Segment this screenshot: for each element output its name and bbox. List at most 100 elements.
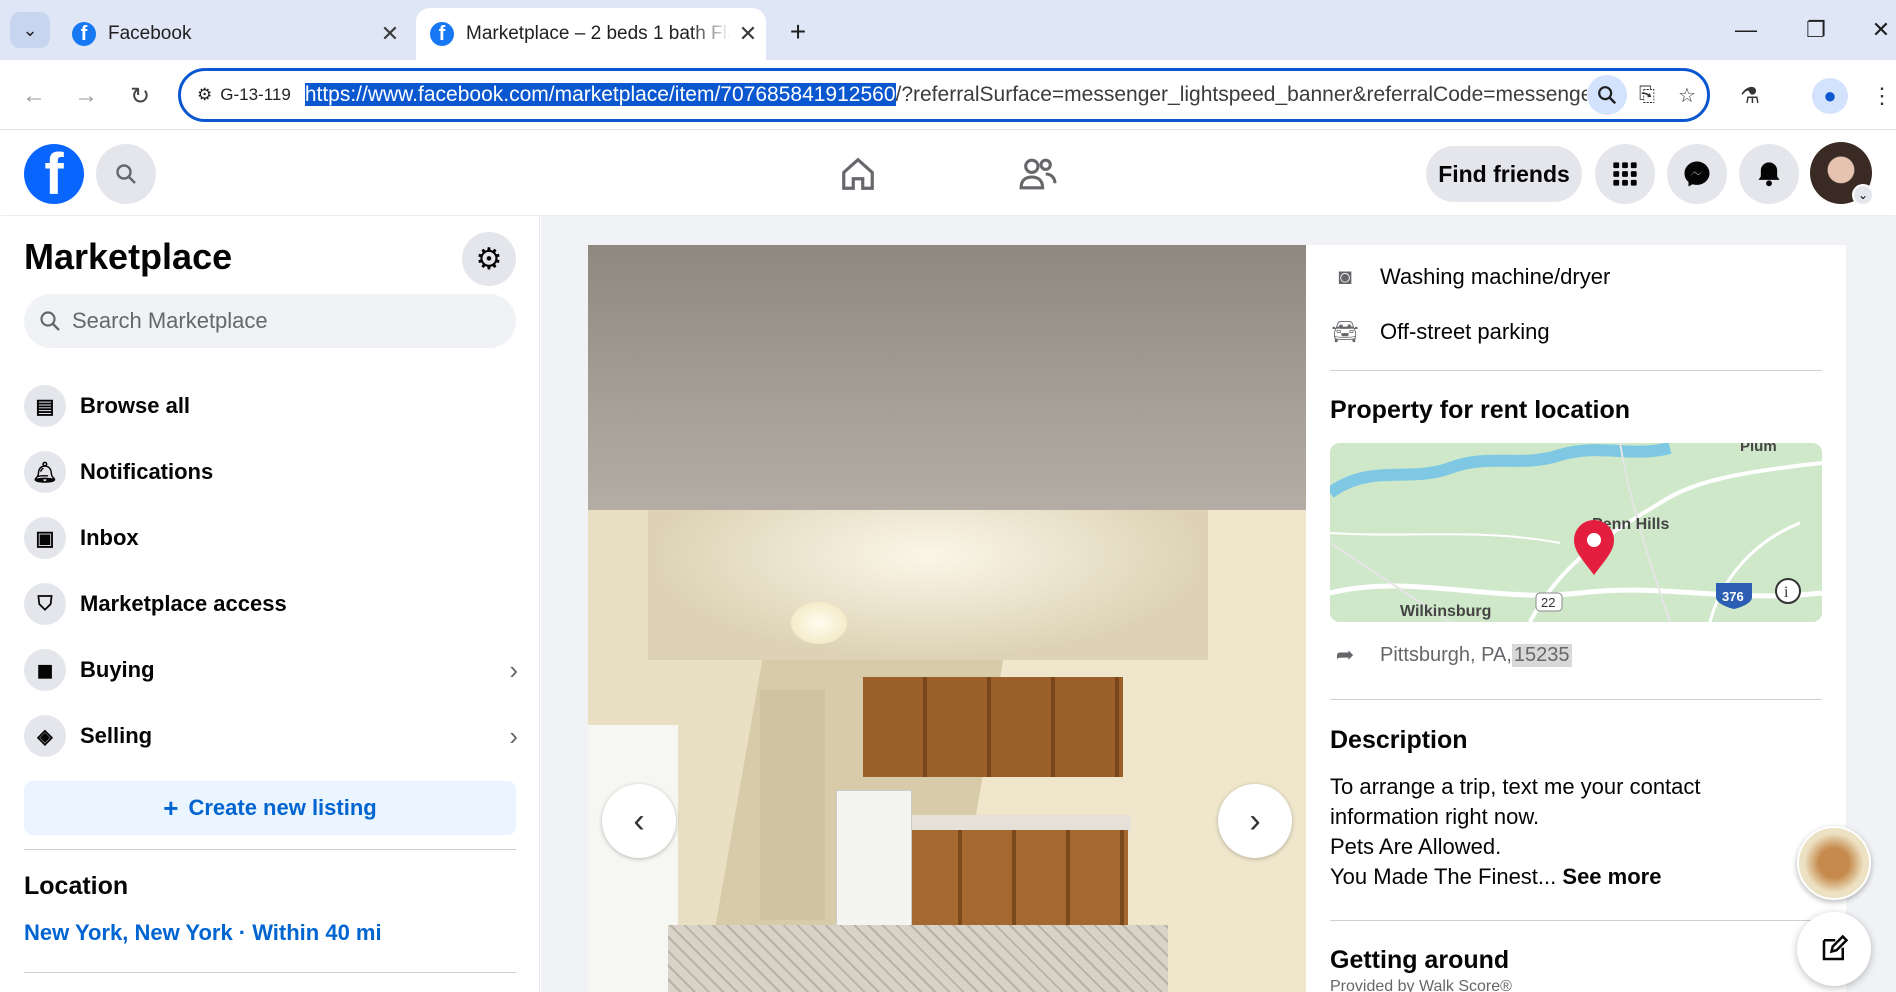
labs-flask-icon[interactable]: ⚗ xyxy=(1730,76,1770,116)
bell-icon xyxy=(1758,162,1780,187)
gear-icon: ⚙ xyxy=(475,242,503,276)
close-tab-icon[interactable]: ✕ xyxy=(730,21,766,47)
menu-button[interactable] xyxy=(1595,144,1655,204)
reload-button[interactable]: ↻ xyxy=(120,76,160,116)
sidebar-item-label: Selling xyxy=(80,723,153,748)
tune-icon: ⚙ xyxy=(197,85,213,104)
new-tab-button[interactable]: + xyxy=(780,14,816,50)
forward-button[interactable]: → xyxy=(66,76,106,116)
tab-title: Facebook xyxy=(108,23,192,44)
new-message-button[interactable] xyxy=(1797,912,1871,986)
messenger-button[interactable] xyxy=(1667,144,1727,204)
tag-icon: ◈ xyxy=(24,715,66,757)
marketplace-search-box[interactable] xyxy=(24,294,516,348)
url-selected-text: https://www.facebook.com/marketplace/ite… xyxy=(304,83,896,106)
see-more-link[interactable]: See more xyxy=(1562,864,1661,889)
map-label-wilkinsburg: Wilkinsburg xyxy=(1400,603,1491,620)
address-bar[interactable]: ⚙ G-13-119 https://www.facebook.com/mark… xyxy=(178,68,1710,122)
site-chip-label: G-13-119 xyxy=(220,85,291,104)
address-text: Pittsburgh, PA, xyxy=(1380,643,1512,666)
sidebar-item-label: Browse all xyxy=(80,393,191,418)
find-friends-button[interactable]: Find friends xyxy=(1426,146,1582,202)
details-divider xyxy=(1330,370,1822,371)
chat-head-thumbnail[interactable] xyxy=(1797,826,1871,900)
url-text[interactable]: https://www.facebook.com/marketplace/ite… xyxy=(304,83,1588,107)
browser-tab-marketplace[interactable]: f Marketplace – 2 beds 1 bath Flat ✕ xyxy=(416,8,766,60)
search-input[interactable] xyxy=(72,308,492,334)
home-nav-button[interactable] xyxy=(828,147,888,201)
browser-tab-facebook[interactable]: f Facebook ✕ xyxy=(56,8,408,60)
close-tab-icon[interactable]: ✕ xyxy=(372,21,408,47)
sidebar-item-label: Buying xyxy=(80,657,155,682)
map-route-376: 376 xyxy=(1722,589,1744,604)
site-info-chip[interactable]: ⚙ G-13-119 xyxy=(181,85,305,105)
marketplace-settings-button[interactable]: ⚙ xyxy=(462,232,516,286)
photo-doorway xyxy=(760,690,825,920)
location-map[interactable]: Plum Penn Hills Wilkinsburg 22 376 i xyxy=(1330,443,1822,622)
minimize-window-button[interactable]: — xyxy=(1726,14,1766,46)
map-route-22: 22 xyxy=(1541,595,1555,610)
chevron-right-icon: › xyxy=(509,654,518,685)
facebook-search-button[interactable] xyxy=(96,144,156,204)
car-icon: 🚘︎ xyxy=(1331,319,1359,344)
amenity-washer: ◙ Washing machine/dryer xyxy=(1330,262,1610,292)
storefront-icon: ▤ xyxy=(24,385,66,427)
more-menu-icon[interactable]: ⋮ xyxy=(1868,76,1896,116)
photo-fridge xyxy=(588,725,678,992)
search-icon[interactable] xyxy=(1587,75,1627,115)
back-button[interactable]: ← xyxy=(14,76,54,116)
inbox-icon: ▣ xyxy=(24,517,66,559)
sidebar-item-browse-all[interactable]: ▤ Browse all xyxy=(14,376,526,436)
directions-arrow-icon: ➦ xyxy=(1335,642,1355,667)
map-label-plum: Plum xyxy=(1740,443,1777,455)
photo-upper-cabinets xyxy=(863,677,1123,777)
profile-icon[interactable]: ● xyxy=(1812,78,1848,114)
sidebar-divider xyxy=(24,972,516,973)
close-window-button[interactable]: ✕ xyxy=(1866,14,1896,46)
sidebar-item-notifications[interactable]: 🔔︎ Notifications xyxy=(14,442,526,502)
messenger-icon xyxy=(1684,161,1710,187)
chevron-down-icon[interactable]: ⌄ xyxy=(1852,184,1874,206)
sidebar-item-label: Marketplace access xyxy=(80,591,287,616)
sidebar-item-inbox[interactable]: ▣ Inbox xyxy=(14,508,526,568)
sidebar-item-selling[interactable]: ◈ Selling › xyxy=(14,706,526,766)
install-app-icon[interactable]: ⎘ xyxy=(1627,75,1667,115)
sidebar-item-label: Inbox xyxy=(80,525,139,550)
amenity-parking: 🚘︎ Off-street parking xyxy=(1330,317,1550,347)
description-line: You Made The Finest... xyxy=(1330,864,1557,889)
sidebar-item-marketplace-access[interactable]: ⛉ Marketplace access xyxy=(14,574,526,634)
next-photo-button[interactable]: › xyxy=(1218,784,1292,858)
compose-icon xyxy=(1822,934,1849,961)
url-remaining-text: /?referralSurface=messenger_lightspeed_b… xyxy=(895,83,1588,106)
listing-address: ➦ Pittsburgh, PA, 15235 xyxy=(1330,640,1572,670)
photo-ceiling xyxy=(648,510,1208,660)
plus-icon: + xyxy=(163,792,179,823)
listing-photo[interactable] xyxy=(588,245,1306,992)
previous-photo-button[interactable]: ‹ xyxy=(602,784,676,858)
create-new-listing-button[interactable]: + Create new listing xyxy=(24,781,516,835)
shopping-bag-icon: ◼ xyxy=(24,649,66,691)
description-section-title: Description xyxy=(1330,726,1468,754)
photo-ceiling-lamp xyxy=(791,602,847,644)
notifications-button[interactable] xyxy=(1739,144,1799,204)
photo-ceiling-blur xyxy=(588,245,1306,510)
sidebar-item-label: Notifications xyxy=(80,459,214,484)
bell-icon: 🔔︎ xyxy=(24,451,66,493)
location-filter-link[interactable]: New York, New York · Within 40 mi xyxy=(24,920,382,946)
create-listing-label: Create new listing xyxy=(188,795,377,820)
restore-window-button[interactable]: ❐ xyxy=(1796,14,1836,46)
sidebar-item-buying[interactable]: ◼ Buying › xyxy=(14,640,526,700)
chevron-right-icon: › xyxy=(509,720,518,751)
map-info-icon[interactable]: i xyxy=(1775,578,1801,604)
amenity-label: Off-street parking xyxy=(1380,319,1550,344)
tab-search-button[interactable]: ⌄ xyxy=(10,12,50,48)
description-line: Pets Are Allowed. xyxy=(1330,834,1502,859)
search-icon xyxy=(116,164,136,184)
bookmark-star-icon[interactable]: ☆ xyxy=(1667,75,1707,115)
walk-score-credit: Provided by Walk Score® xyxy=(1330,978,1512,992)
listing-description: To arrange a trip, text me your contact … xyxy=(1330,772,1810,892)
description-line: To arrange a trip, text me your contact … xyxy=(1330,774,1701,829)
friends-nav-button[interactable] xyxy=(1008,147,1068,201)
chevron-left-icon: ‹ xyxy=(633,801,645,840)
facebook-logo-icon[interactable]: f xyxy=(24,144,84,204)
